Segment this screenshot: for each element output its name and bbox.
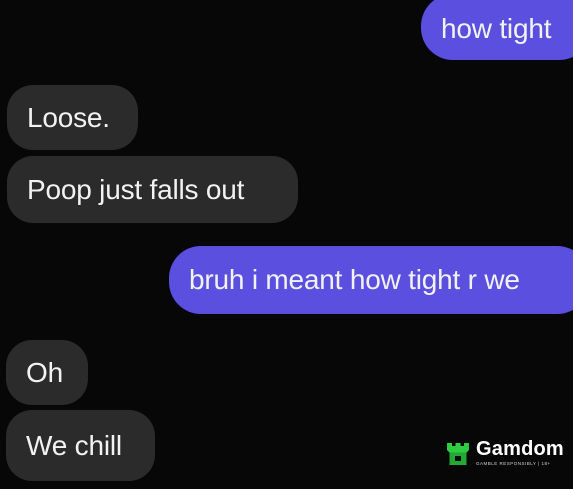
- incoming-message-bubble[interactable]: Oh: [6, 340, 88, 405]
- message-text: Oh: [26, 356, 63, 388]
- incoming-message-bubble[interactable]: Poop just falls out: [7, 156, 298, 223]
- message-text: bruh i meant how tight r we: [189, 264, 520, 295]
- message-text: how tight: [441, 13, 552, 44]
- watermark-tagline: GAMBLE RESPONSIBLY | 18+: [476, 461, 551, 466]
- message-text: We chill: [26, 429, 122, 461]
- watermark-text: Gamdom GAMBLE RESPONSIBLY | 18+: [476, 439, 564, 467]
- watermark-brand: Gamdom: [476, 438, 564, 460]
- incoming-message-bubble[interactable]: We chill: [6, 410, 155, 481]
- gamdom-watermark: Gamdom GAMBLE RESPONSIBLY | 18+: [446, 436, 570, 470]
- incoming-message-bubble[interactable]: Loose.: [7, 85, 138, 150]
- message-text: Loose.: [27, 101, 110, 133]
- outgoing-message-bubble[interactable]: bruh i meant how tight r we: [169, 246, 573, 314]
- outgoing-message-bubble[interactable]: how tight: [421, 0, 573, 60]
- chat-thread: how tight Loose. Poop just falls out bru…: [0, 0, 573, 489]
- message-text: Poop just falls out: [27, 173, 245, 205]
- gamdom-logo-icon: [446, 439, 470, 467]
